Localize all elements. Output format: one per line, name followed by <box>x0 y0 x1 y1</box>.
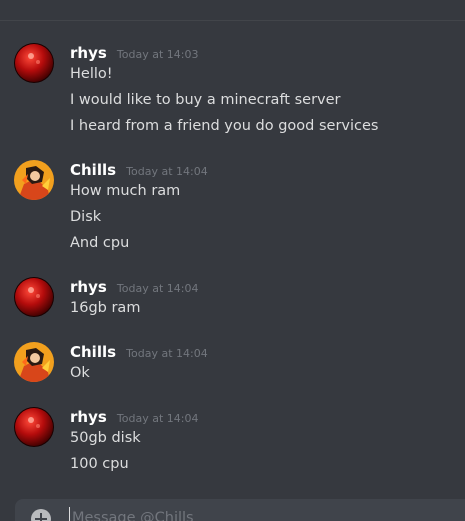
message-text: 100 cpu <box>70 456 129 472</box>
username[interactable]: rhys <box>70 44 107 62</box>
avatar[interactable] <box>14 43 54 83</box>
chat-window: rhys Today at 14:03 Hello! I would like … <box>0 0 465 521</box>
message-text: I heard from a friend you do good servic… <box>70 118 379 134</box>
message-header: Chills Today at 14:04 <box>70 160 208 182</box>
message-header: rhys Today at 14:04 <box>70 277 198 299</box>
avatar[interactable] <box>14 407 54 447</box>
message-text: How much ram <box>70 183 181 199</box>
username[interactable]: rhys <box>70 408 107 426</box>
red-orb-avatar-icon <box>14 277 54 317</box>
message-text: Disk <box>70 209 102 225</box>
red-orb-avatar-icon <box>14 407 54 447</box>
message-header: rhys Today at 14:03 <box>70 43 198 65</box>
avatar[interactable] <box>14 277 54 317</box>
add-attachment-icon[interactable] <box>31 509 51 521</box>
message-text: Hello! <box>70 66 113 82</box>
message-header: rhys Today at 14:04 <box>70 407 198 429</box>
timestamp: Today at 14:04 <box>126 165 208 178</box>
message-text: 16gb ram <box>70 300 141 316</box>
message-input[interactable] <box>69 507 452 521</box>
timestamp: Today at 14:04 <box>116 282 199 295</box>
username[interactable]: Chills <box>70 161 116 179</box>
timestamp: Today at 14:03 <box>116 48 199 61</box>
message-text: And cpu <box>70 235 130 251</box>
message-text: 50gb disk <box>70 430 141 446</box>
message-header: Chills Today at 14:04 <box>70 342 208 364</box>
username[interactable]: rhys <box>70 278 107 296</box>
channel-header-divider <box>0 0 465 21</box>
timestamp: Today at 14:04 <box>126 347 208 360</box>
message-text: Ok <box>70 365 90 381</box>
message-text: I would like to buy a minecraft server <box>70 92 341 108</box>
anime-character-avatar-icon <box>14 160 54 200</box>
timestamp: Today at 14:04 <box>116 412 199 425</box>
username[interactable]: Chills <box>70 343 116 361</box>
message-composer <box>15 499 465 521</box>
red-orb-avatar-icon <box>14 43 54 83</box>
avatar[interactable] <box>14 342 54 382</box>
avatar[interactable] <box>14 160 54 200</box>
anime-character-avatar-icon <box>14 342 54 382</box>
